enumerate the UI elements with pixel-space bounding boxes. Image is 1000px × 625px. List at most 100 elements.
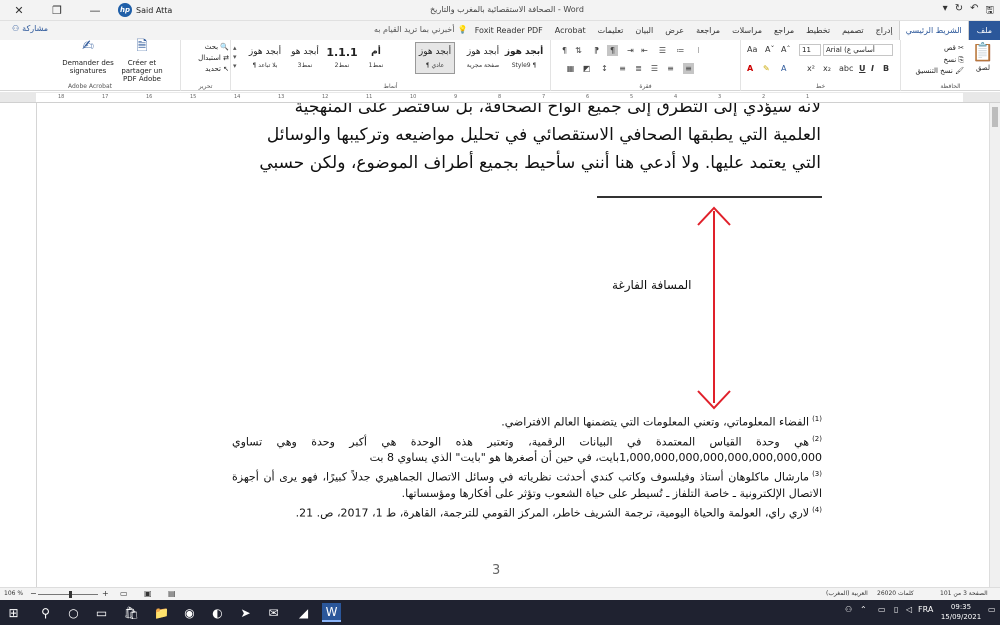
zoom-percent[interactable]: 106 % [4,590,23,597]
tab-5[interactable]: مراجع [768,21,800,40]
people-icon[interactable]: ⚇ [845,605,852,614]
account-area[interactable]: hp Said Atta [118,3,172,17]
read-mode-icon[interactable]: ▤ [168,589,176,598]
battery-icon[interactable]: ▭ [878,605,886,614]
borders-icon[interactable]: ▦ [565,63,576,74]
tell-me-box[interactable]: 💡 أخبرني بما تريد القيام به [374,25,467,34]
language-tray[interactable]: FRA [918,605,933,614]
close-button[interactable]: ✕ [0,0,38,21]
request-signatures-button[interactable]: ✍ Demander des signatures [60,39,116,75]
share-button[interactable]: ⚇ مشاركة [12,24,48,33]
cut-button[interactable]: ✂ قص [944,44,964,52]
document-area[interactable]: لأنه سيؤدي إلى التطرق إلى جميع ألواح الص… [0,103,1000,587]
restore-button[interactable]: ❐ [38,0,76,21]
telegram-icon[interactable]: ➤ [236,603,255,622]
font-color-icon[interactable]: A [747,64,753,73]
style-item[interactable]: 1.1.1 نمط2 [325,42,359,74]
align-left-icon[interactable]: ≣ [633,63,644,74]
copy-button[interactable]: ⎘ نسخ [943,56,964,65]
tab-9[interactable]: البيان [629,21,659,40]
page-indicator[interactable]: الصفحة 3 من 101 [940,590,988,597]
multilevel-list-icon[interactable]: ☰ [657,45,668,56]
underline-icon[interactable]: U [859,64,866,73]
rtl-icon[interactable]: ⁋ [591,45,602,56]
file-explorer-icon[interactable]: 📁 [152,603,171,622]
mail-icon[interactable]: ✉ [264,603,283,622]
font-grow-icon[interactable]: Aˆ [781,45,790,54]
tab-2[interactable]: إدراج [870,21,899,40]
indent-increase-icon[interactable]: ⇥ [625,45,636,56]
app-icon[interactable]: ◢ [294,603,313,622]
bullets-icon[interactable]: ⁝ [693,45,704,56]
tab-11[interactable]: Acrobat [549,21,592,40]
paste-button[interactable]: 📋 لصق [970,42,996,72]
windows-start-icon[interactable]: ⊞ [4,603,23,622]
tab-3[interactable]: تصميم [836,21,870,40]
zoom-out-icon[interactable]: − [30,589,37,598]
tab-6[interactable]: مراسلات [726,21,768,40]
numbering-icon[interactable]: ≔ [675,45,686,56]
strikethrough-icon[interactable]: abc [839,64,853,73]
save-icon[interactable]: 🖫 [985,3,994,20]
clock[interactable]: 09:35 15/09/2021 [936,602,986,622]
change-case-icon[interactable]: Aa [747,45,757,54]
style-item[interactable]: أبجد هوز ¶ بلا تباعد [245,42,285,74]
italic-icon[interactable]: I [871,64,874,73]
find-button[interactable]: 🔍 بحث [185,42,229,53]
word-count[interactable]: 26020 كلمات [877,590,914,597]
show-marks-icon[interactable]: ¶ [559,45,570,56]
tab-4[interactable]: تخطيط [800,21,836,40]
justify-icon[interactable]: ≡ [617,63,628,74]
font-name-box[interactable]: Arial (أساسي ع [823,44,893,56]
word-icon[interactable]: W [322,603,341,622]
style-item[interactable]: أبجد هو نمط3 [287,42,323,74]
notifications-icon[interactable]: ▭ [988,605,996,614]
font-shrink-icon[interactable]: Aˇ [765,45,774,54]
font-size-box[interactable]: 11 [799,44,821,56]
format-painter-button[interactable]: 🖌 نسخ التنسيق [915,67,964,75]
tab-0[interactable]: ملف [968,21,1000,40]
style-item[interactable]: أم نمط1 [361,42,391,74]
store-icon[interactable]: 🛍 [122,603,141,622]
zoom-slider-thumb[interactable] [68,591,72,598]
print-layout-icon[interactable]: ▣ [144,589,152,598]
rtl-on-icon[interactable]: ¶ [607,45,618,56]
indent-decrease-icon[interactable]: ⇤ [639,45,650,56]
tab-7[interactable]: مراجعة [690,21,726,40]
tab-8[interactable]: عرض [659,21,690,40]
cortana-icon[interactable]: ○ [64,603,83,622]
customize-qat-icon[interactable]: ▾ [943,3,948,20]
volume-icon[interactable]: ◁ [906,605,912,614]
shading-icon[interactable]: ◩ [581,63,592,74]
replace-button[interactable]: ⇄ استبدال [185,53,229,64]
zoom-slider[interactable] [38,591,98,598]
styles-scroll[interactable]: ▴ ▾ ▾ [233,44,237,71]
task-view-icon[interactable]: ▭ [92,603,111,622]
justify-active-icon[interactable]: ≡ [683,63,694,74]
zoom-in-icon[interactable]: + [102,589,109,598]
search-icon[interactable]: ⚲ [36,603,55,622]
align-right-icon[interactable]: ≡ [665,63,676,74]
horizontal-ruler[interactable]: 18 17 16 15 14 13 12 11 10 9 8 7 6 5 4 3 2 1 [0,92,1000,103]
web-layout-icon[interactable]: ▭ [120,589,128,598]
network-icon[interactable]: ▯ [894,605,898,614]
redo-icon[interactable]: ↻ [955,3,963,20]
minimize-button[interactable]: — [76,0,114,21]
style-item[interactable]: أبجد هوز صفحة مجرية [463,42,503,74]
line-spacing-icon[interactable]: ↕ [599,63,610,74]
select-button[interactable]: ↖ تحديد [185,64,229,75]
scroll-thumb[interactable] [992,107,998,127]
whatsapp-icon[interactable]: ◉ [180,603,199,622]
subscript-icon[interactable]: x₂ [823,64,831,73]
tab-10[interactable]: تعليمات [592,21,630,40]
create-pdf-button[interactable]: 🗎 Créer et partager un PDF Adobe [114,39,170,83]
sort-icon[interactable]: ⇅ [573,45,584,56]
bold-icon[interactable]: B [883,64,889,73]
style-item[interactable]: أبجد هوز Style9 ¶ [503,42,545,74]
style-item[interactable]: أبجد هوز ¶ عادي [415,42,455,74]
edge-icon[interactable]: ◐ [208,603,227,622]
tab-12[interactable]: Foxit Reader PDF [469,21,549,40]
text-effects-icon[interactable]: A [781,64,786,73]
language-indicator[interactable]: العربية (المغرب) [826,590,868,597]
tab-1[interactable]: الشريط الرئيسي [898,21,969,40]
